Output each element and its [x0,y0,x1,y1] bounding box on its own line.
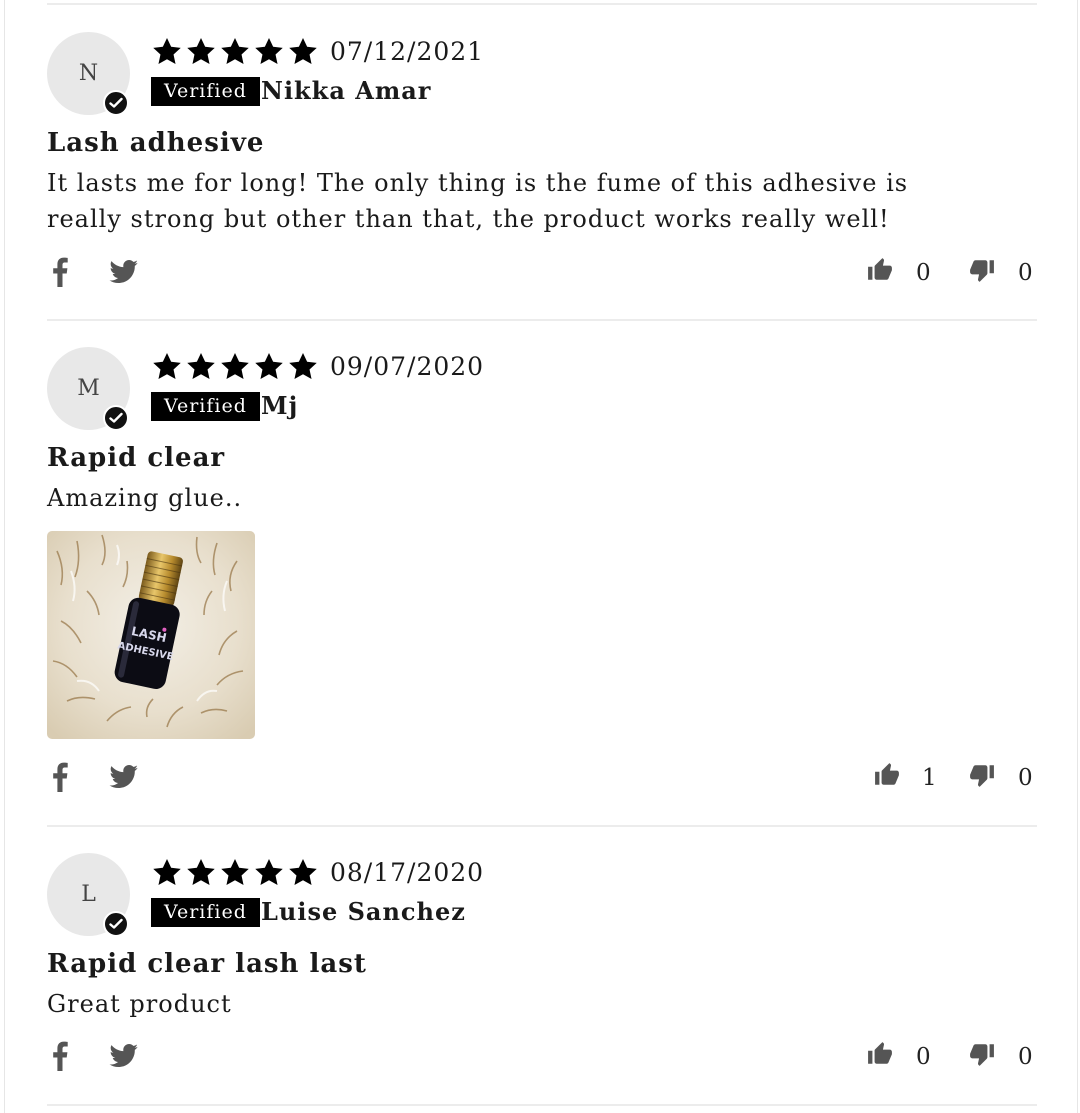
star-icon [287,36,319,68]
review-photo[interactable]: LASH ADHESIVE [47,531,255,739]
upvote-count: 0 [916,1044,931,1070]
review-photo-image: LASH ADHESIVE [47,531,255,739]
review-date: 07/12/2021 [330,37,485,66]
star-rating [151,36,319,68]
divider [47,319,1037,321]
verified-badge: Verified [151,77,260,106]
review-actions: 0 0 [47,1039,1037,1075]
facebook-icon[interactable] [52,257,68,291]
star-icon [287,857,319,889]
star-icon [151,857,183,889]
downvote-count: 0 [1018,765,1033,791]
twitter-icon[interactable] [109,260,139,288]
thumbs-up-icon[interactable] [874,762,900,792]
star-icon [185,351,217,383]
star-icon [253,857,285,889]
reviewer-name: Luise Sanchez [261,897,466,926]
star-icon [253,36,285,68]
verified-badge: Verified [151,898,260,927]
downvote-count: 0 [1018,260,1033,286]
thumbs-up-icon[interactable] [867,257,893,287]
review-actions: 0 0 [47,255,1037,291]
star-icon [185,36,217,68]
verified-check-icon [103,911,129,937]
star-icon [253,351,285,383]
review-date: 08/17/2020 [330,858,485,887]
upvote-count: 0 [916,260,931,286]
star-icon [219,351,251,383]
review-body: Great product [47,990,232,1018]
star-icon [185,857,217,889]
frame-border-left [4,0,5,1113]
facebook-icon[interactable] [52,762,68,796]
star-icon [219,36,251,68]
star-icon [287,351,319,383]
review-body: It lasts me for long! The only thing is … [47,169,909,233]
review-title: Rapid clear [47,443,226,473]
star-icon [151,351,183,383]
frame-border-right [1077,0,1078,1113]
divider [47,3,1037,5]
review-title: Lash adhesive [47,128,265,158]
thumbs-down-icon[interactable] [969,257,995,287]
thumbs-up-icon[interactable] [867,1041,893,1071]
verified-check-icon [103,405,129,431]
review-date: 09/07/2020 [330,352,485,381]
thumbs-down-icon[interactable] [969,1041,995,1071]
divider [47,825,1037,827]
review-title: Rapid clear lash last [47,949,367,979]
star-rating [151,351,319,383]
twitter-icon[interactable] [109,1044,139,1072]
star-icon [219,857,251,889]
star-icon [151,36,183,68]
downvote-count: 0 [1018,1044,1033,1070]
star-rating [151,857,319,889]
upvote-count: 1 [922,765,937,791]
reviewer-name: Mj [261,391,299,420]
divider [47,1104,1037,1106]
facebook-icon[interactable] [52,1041,68,1075]
reviewer-name: Nikka Amar [261,76,432,105]
verified-badge: Verified [151,392,260,421]
review-body: Amazing glue.. [47,484,243,512]
review-actions: 1 0 [47,760,1037,796]
twitter-icon[interactable] [109,765,139,793]
thumbs-down-icon[interactable] [969,762,995,792]
verified-check-icon [103,90,129,116]
